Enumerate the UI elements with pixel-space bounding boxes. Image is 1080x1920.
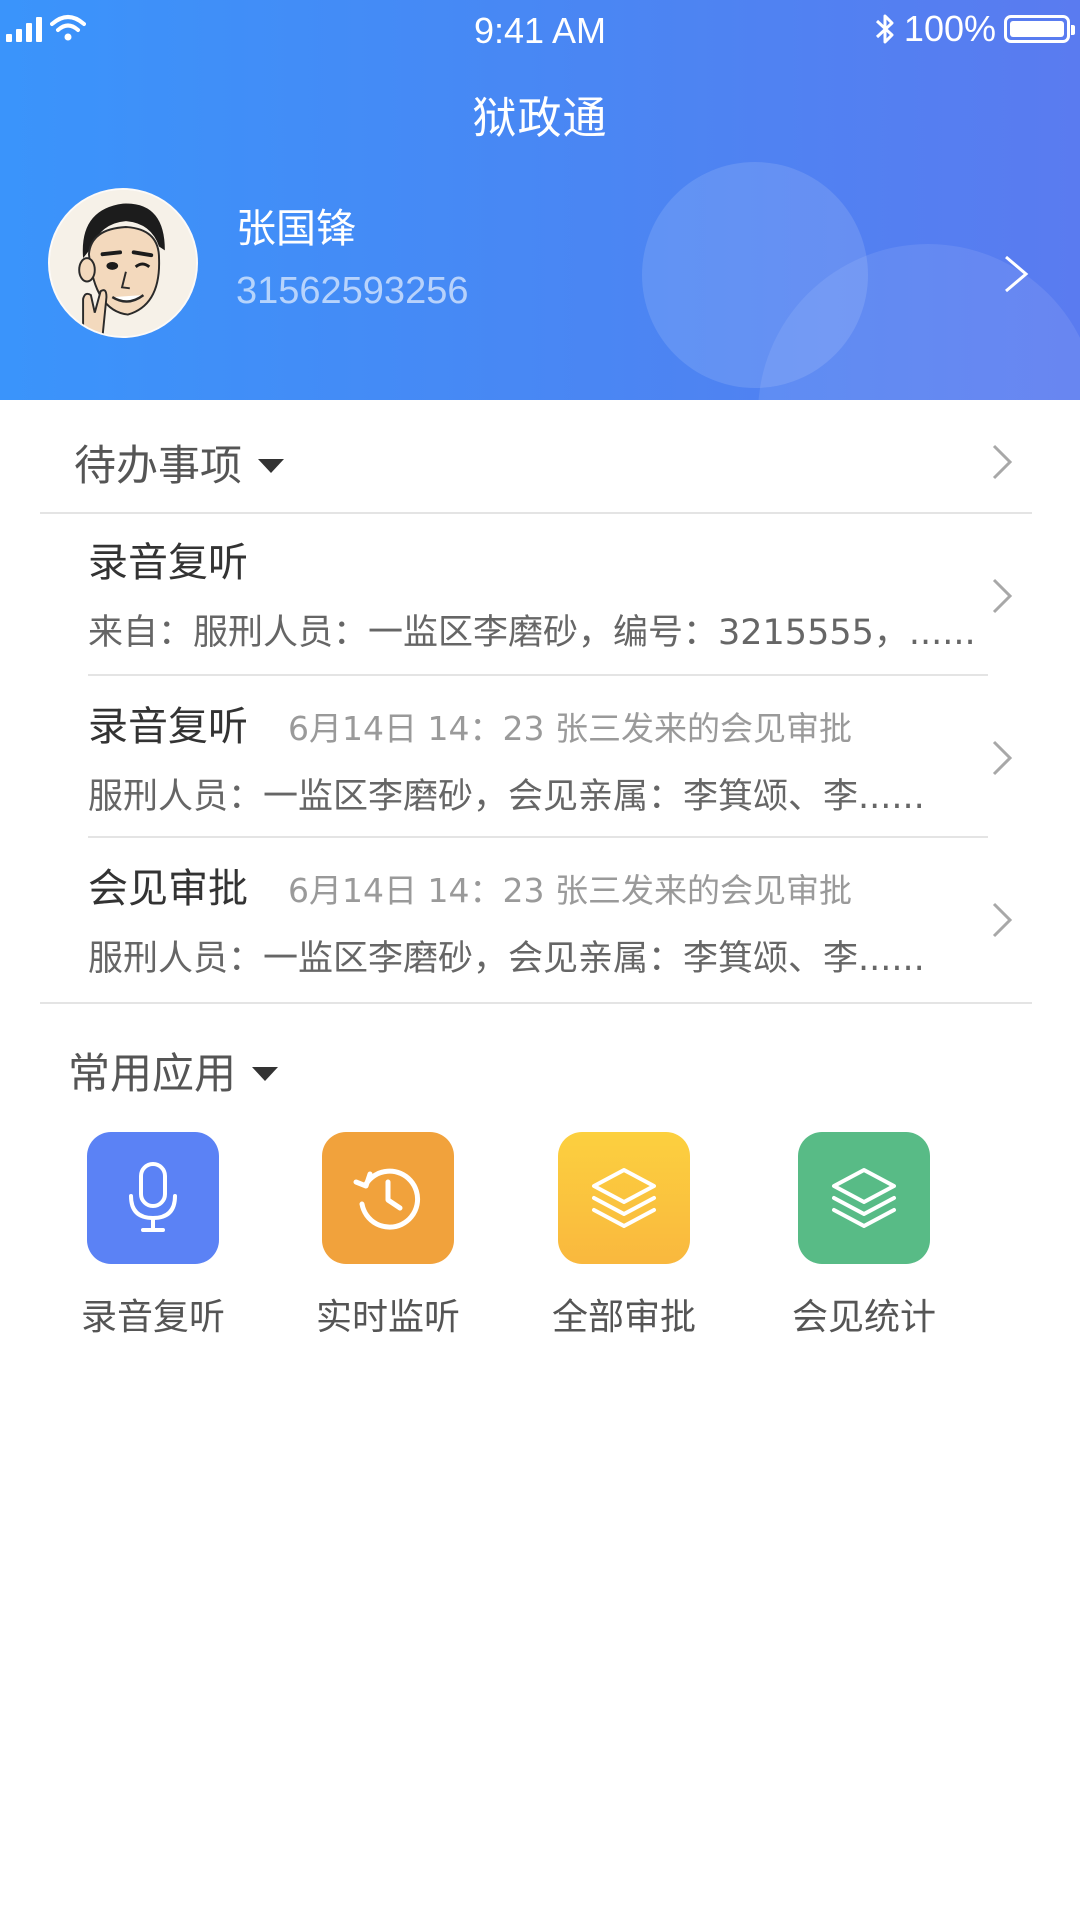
caret-down-icon[interactable] bbox=[252, 1066, 279, 1081]
user-id: 31562593256 bbox=[236, 270, 469, 312]
header: 9:41 AM 100% 狱政通 张国锋 31562593256 bbox=[0, 0, 1080, 400]
todo-item-desc: 来自：服刑人员：一监区李磨砂，编号：3215555，...... bbox=[88, 613, 976, 653]
caret-down-icon[interactable] bbox=[258, 458, 285, 473]
todo-item-meta: 6月14日 14：23 张三发来的会见审批 bbox=[288, 871, 852, 910]
layers-icon bbox=[592, 1168, 656, 1228]
layers-icon bbox=[832, 1168, 896, 1228]
app-realtime-monitor[interactable]: 实时监听 bbox=[298, 1132, 478, 1340]
app-icon-tile[interactable] bbox=[87, 1132, 219, 1264]
history-icon bbox=[353, 1168, 421, 1230]
battery-percent: 100% bbox=[903, 8, 996, 49]
chevron-right-icon[interactable] bbox=[990, 576, 1014, 616]
app-label: 录音复听 bbox=[80, 1297, 225, 1338]
todo-item[interactable]: 录音复听 来自：服刑人员：一监区李磨砂，编号：3215555，...... bbox=[88, 512, 988, 674]
app-label: 会见统计 bbox=[791, 1297, 936, 1338]
profile-card[interactable]: 张国锋 31562593256 bbox=[0, 184, 1080, 344]
apps-section-header[interactable]: 常用应用 bbox=[34, 1010, 1026, 1120]
avatar[interactable] bbox=[48, 188, 198, 338]
app-icon-tile[interactable] bbox=[798, 1132, 930, 1264]
todo-section-header[interactable]: 待办事项 bbox=[40, 402, 1032, 512]
todo-item-meta: 6月14日 14：23 张三发来的会见审批 bbox=[288, 709, 852, 748]
app-visit-stats[interactable]: 会见统计 bbox=[774, 1132, 954, 1340]
home-screen: 9:41 AM 100% 狱政通 张国锋 31562593256 待办事项 录音… bbox=[0, 0, 1080, 1920]
status-right: 100% bbox=[874, 8, 1075, 50]
chevron-right-icon[interactable] bbox=[990, 738, 1014, 778]
todo-title-label: 待办事项 bbox=[74, 441, 243, 490]
todo-item-title: 录音复听 bbox=[88, 704, 248, 750]
apps-title-label: 常用应用 bbox=[68, 1049, 237, 1098]
avatar-icon bbox=[50, 190, 196, 336]
bluetooth-icon bbox=[875, 14, 894, 44]
apps-section-title[interactable]: 常用应用 bbox=[68, 1040, 279, 1101]
chevron-right-icon[interactable] bbox=[998, 254, 1032, 294]
todo-item[interactable]: 会见审批 6月14日 14：23 张三发来的会见审批 服刑人员：一监区李磨砂，会… bbox=[88, 838, 988, 1000]
status-bar: 9:41 AM 100% bbox=[0, 0, 1080, 60]
app-recording-playback[interactable]: 录音复听 bbox=[63, 1132, 243, 1340]
chevron-right-icon[interactable] bbox=[990, 900, 1014, 940]
app-label: 实时监听 bbox=[315, 1297, 460, 1338]
todo-item-desc: 服刑人员：一监区李磨砂，会见亲属：李箕颂、李...... bbox=[88, 939, 925, 979]
todo-item-title: 录音复听 bbox=[88, 540, 248, 586]
user-name: 张国锋 bbox=[236, 206, 356, 252]
microphone-icon bbox=[129, 1162, 177, 1232]
todo-item-desc: 服刑人员：一监区李磨砂，会见亲属：李箕颂、李...... bbox=[88, 777, 925, 817]
chevron-right-icon[interactable] bbox=[990, 442, 1014, 482]
battery-icon bbox=[1004, 15, 1075, 43]
divider bbox=[40, 1002, 1032, 1004]
app-icon-tile[interactable] bbox=[322, 1132, 454, 1264]
page-title: 狱政通 bbox=[472, 93, 608, 144]
todo-section-title[interactable]: 待办事项 bbox=[74, 432, 285, 493]
todo-item[interactable]: 录音复听 6月14日 14：23 张三发来的会见审批 服刑人员：一监区李磨砂，会… bbox=[88, 676, 988, 838]
todo-item-title: 会见审批 bbox=[88, 866, 248, 912]
app-label: 全部审批 bbox=[551, 1297, 696, 1338]
app-all-approvals[interactable]: 全部审批 bbox=[534, 1132, 714, 1340]
apps-grid: 录音复听 实时监听 全部审批 会见统计 bbox=[0, 1132, 1080, 1352]
app-icon-tile[interactable] bbox=[558, 1132, 690, 1264]
